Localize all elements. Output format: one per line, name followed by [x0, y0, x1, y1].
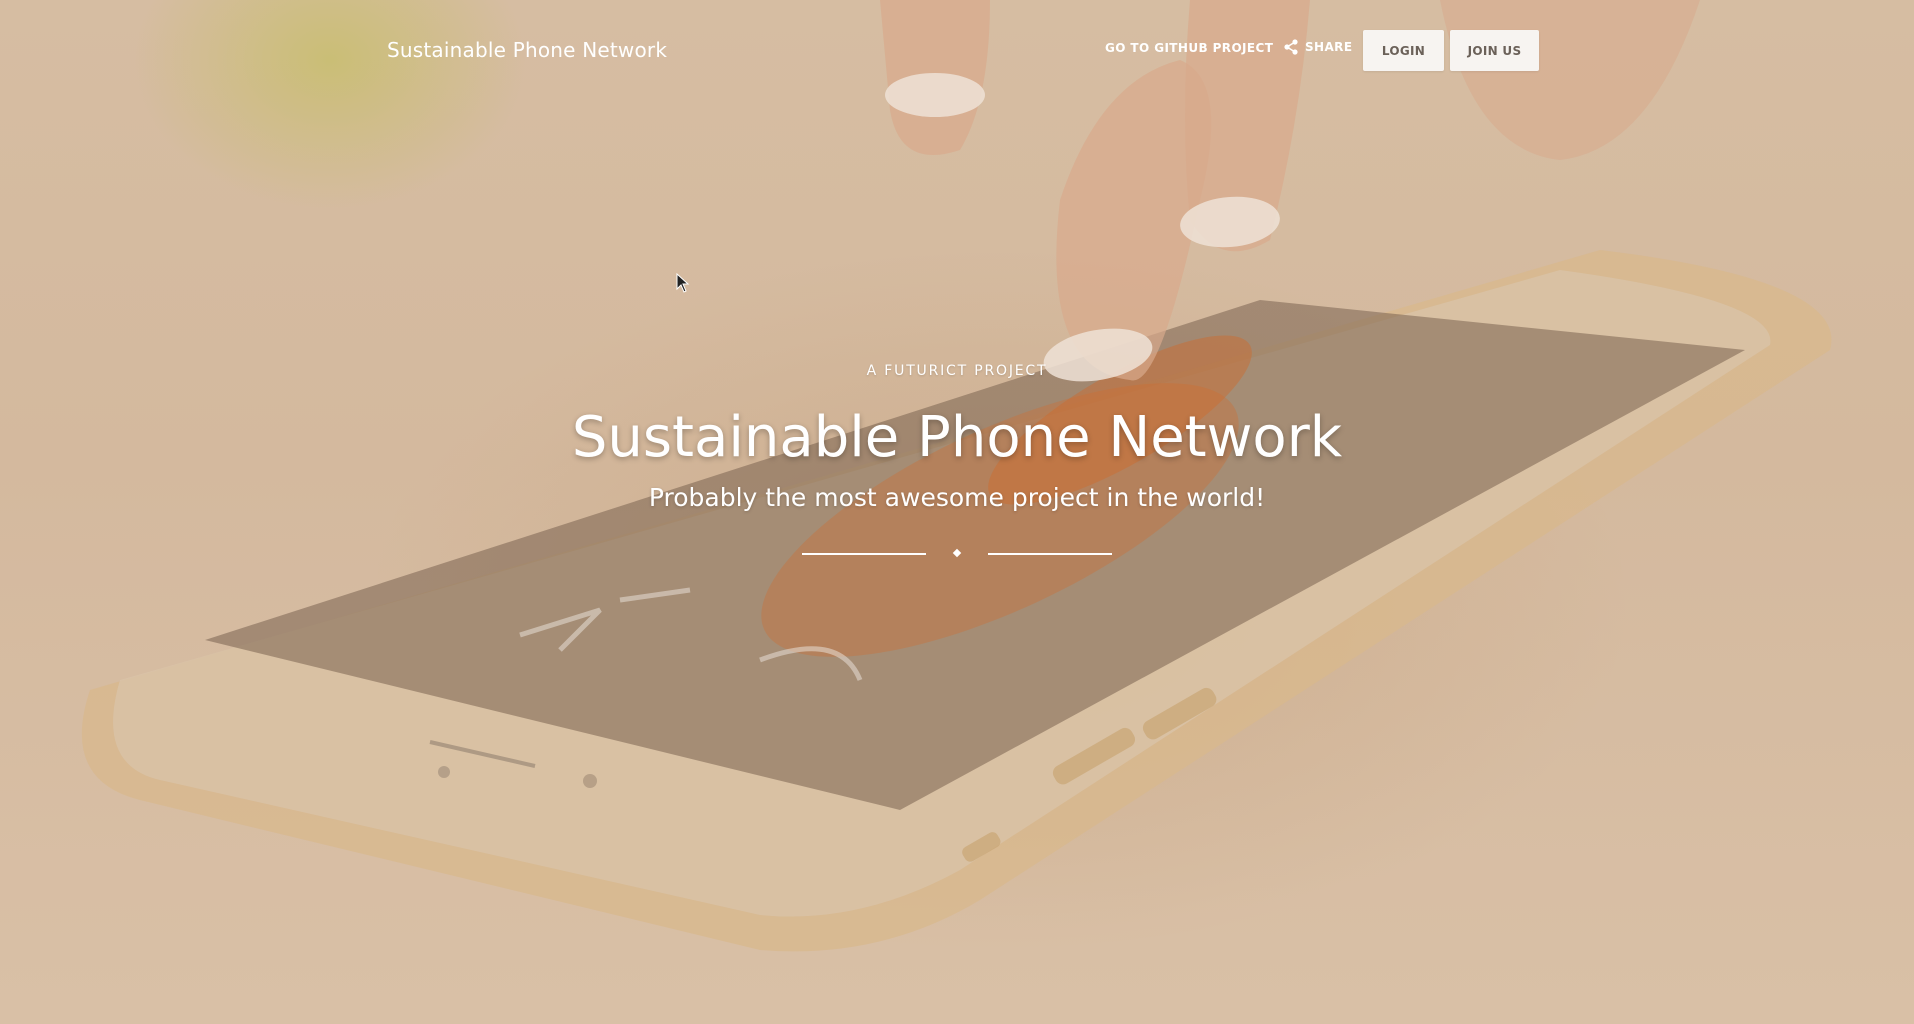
landing-page: Sustainable Phone Network GO TO GITHUB P… [0, 0, 1914, 1024]
divider-line-right [988, 553, 1112, 555]
divider-line-left [802, 553, 926, 555]
divider-diamond-icon [952, 548, 962, 558]
star-divider [802, 547, 1112, 563]
hero-section: A FUTURICT PROJECT Sustainable Phone Net… [0, 0, 1914, 1024]
hero-eyebrow: A FUTURICT PROJECT [866, 363, 1048, 379]
hero-title: Sustainable Phone Network [571, 405, 1343, 470]
hero-subtitle: Probably the most awesome project in the… [648, 483, 1266, 512]
mouse-cursor-icon [676, 273, 690, 293]
